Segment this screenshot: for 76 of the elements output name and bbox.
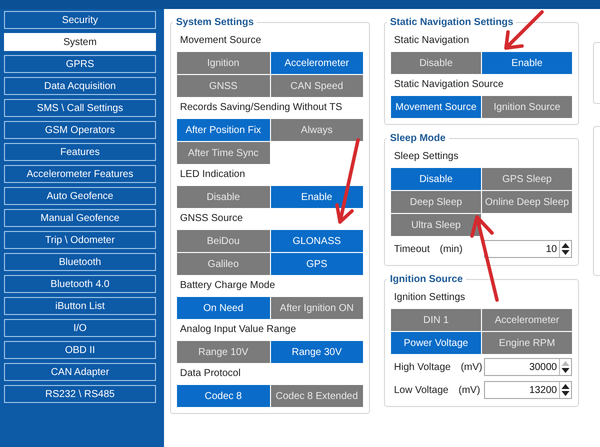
option-button[interactable]: Disable [177, 186, 270, 208]
option-button[interactable]: DIN 1 [391, 309, 481, 331]
option-button[interactable]: Enable [482, 52, 572, 74]
field-label: Timeout [393, 244, 430, 254]
option-button[interactable]: GNSS [177, 75, 270, 97]
option-button[interactable]: Deep Sleep [391, 191, 481, 213]
field-label: High Voltage [393, 362, 451, 372]
option-button[interactable]: Online Deep Sleep [482, 191, 572, 213]
sidebar-item[interactable]: Manual Geofence [4, 209, 156, 227]
option-button[interactable]: Accelerometer [270, 52, 363, 74]
field-label: Low Voltage [393, 384, 448, 396]
unit-label: (mV) [458, 384, 482, 396]
sidebar-item[interactable]: SMS \ Call Settings [4, 99, 156, 117]
option-button[interactable]: BeiDou [177, 230, 270, 252]
sidebar-item[interactable]: CAN Adapter [4, 363, 156, 381]
group-label: GNSS Source [179, 212, 244, 226]
group-label: Data Protocol [179, 367, 242, 381]
option-button[interactable]: CAN Speed [270, 75, 363, 97]
panel-title: Static Navigation Settings [389, 17, 514, 28]
option-button[interactable]: Power Voltage [391, 332, 481, 354]
option-button[interactable]: After Time Sync [177, 142, 270, 164]
sidebar-item[interactable]: Bluetooth [4, 253, 156, 271]
option-button[interactable]: Accelerometer [482, 309, 572, 331]
panel-edge [593, 42, 600, 104]
option-button[interactable]: Galileo [177, 253, 270, 275]
option-button[interactable]: GPS Sleep [482, 168, 572, 190]
unit-label: (mV) [460, 362, 484, 372]
sidebar-item[interactable]: Bluetooth 4.0 [4, 275, 156, 293]
option-button[interactable]: Always [270, 119, 363, 141]
option-button[interactable]: Ignition [177, 52, 270, 74]
unit-label: (min) [440, 244, 464, 254]
sidebar-item[interactable]: Data Acquisition [4, 77, 156, 95]
group-label: Sleep Settings [393, 150, 460, 164]
sidebar-item[interactable]: Accelerometer Features [4, 165, 156, 183]
down-arrow-icon[interactable] [560, 367, 571, 375]
option-button[interactable]: Ignition Source [482, 96, 572, 118]
group-label: Static Navigation Source [393, 78, 505, 92]
number-field[interactable]: 13200 [484, 381, 572, 399]
option-button[interactable]: Disable [391, 52, 481, 74]
group-label: Analog Input Value Range [179, 323, 298, 337]
group-label: Static Navigation [393, 34, 470, 48]
option-button[interactable]: Ultra Sleep [391, 214, 481, 236]
sidebar-item[interactable]: Trip \ Odometer [4, 231, 156, 249]
panel-title: Sleep Mode [389, 133, 447, 144]
option-button[interactable]: Codec 8 Extended [270, 385, 363, 407]
panel-title: System Settings [175, 17, 255, 28]
option-button[interactable]: After Ignition ON [270, 297, 363, 319]
sidebar-item[interactable]: Security [4, 11, 156, 29]
sidebar-item[interactable]: I/O [4, 319, 156, 337]
sidebar-item[interactable]: OBD II [4, 341, 156, 359]
sidebar-item[interactable]: iButton List [4, 297, 156, 315]
group-label: Records Saving/Sending Without TS [179, 101, 344, 115]
option-button[interactable]: After Position Fix [177, 119, 270, 141]
option-button[interactable]: GPS [270, 253, 363, 275]
sidebar-item[interactable]: Features [4, 143, 156, 161]
sidebar-item[interactable]: GSM Operators [4, 121, 156, 139]
number-field[interactable]: 30000 [484, 358, 572, 376]
sidebar-item[interactable]: GPRS [4, 55, 156, 73]
option-button[interactable]: On Need [177, 297, 270, 319]
group-label: LED Indication [179, 168, 246, 182]
group-label: Battery Charge Mode [179, 279, 276, 293]
sidebar-item[interactable]: RS232 \ RS485 [4, 385, 156, 403]
number-field[interactable]: 10 [484, 240, 572, 258]
group-label: Ignition Settings [393, 291, 466, 305]
option-button[interactable]: Range 10V [177, 341, 270, 363]
option-button[interactable]: Engine RPM [482, 332, 572, 354]
option-button[interactable]: Movement Source [391, 96, 481, 118]
option-button[interactable]: Range 30V [270, 341, 363, 363]
sidebar-item[interactable]: Auto Geofence [4, 187, 156, 205]
sidebar-item[interactable]: System [4, 33, 156, 51]
option-button[interactable]: Enable [270, 186, 363, 208]
group-label: Movement Source [179, 34, 262, 48]
panel-title: Ignition Source [389, 274, 464, 285]
option-button[interactable]: Disable [391, 168, 481, 190]
option-button[interactable]: GLONASS [270, 230, 363, 252]
option-button[interactable]: Codec 8 [177, 385, 270, 407]
